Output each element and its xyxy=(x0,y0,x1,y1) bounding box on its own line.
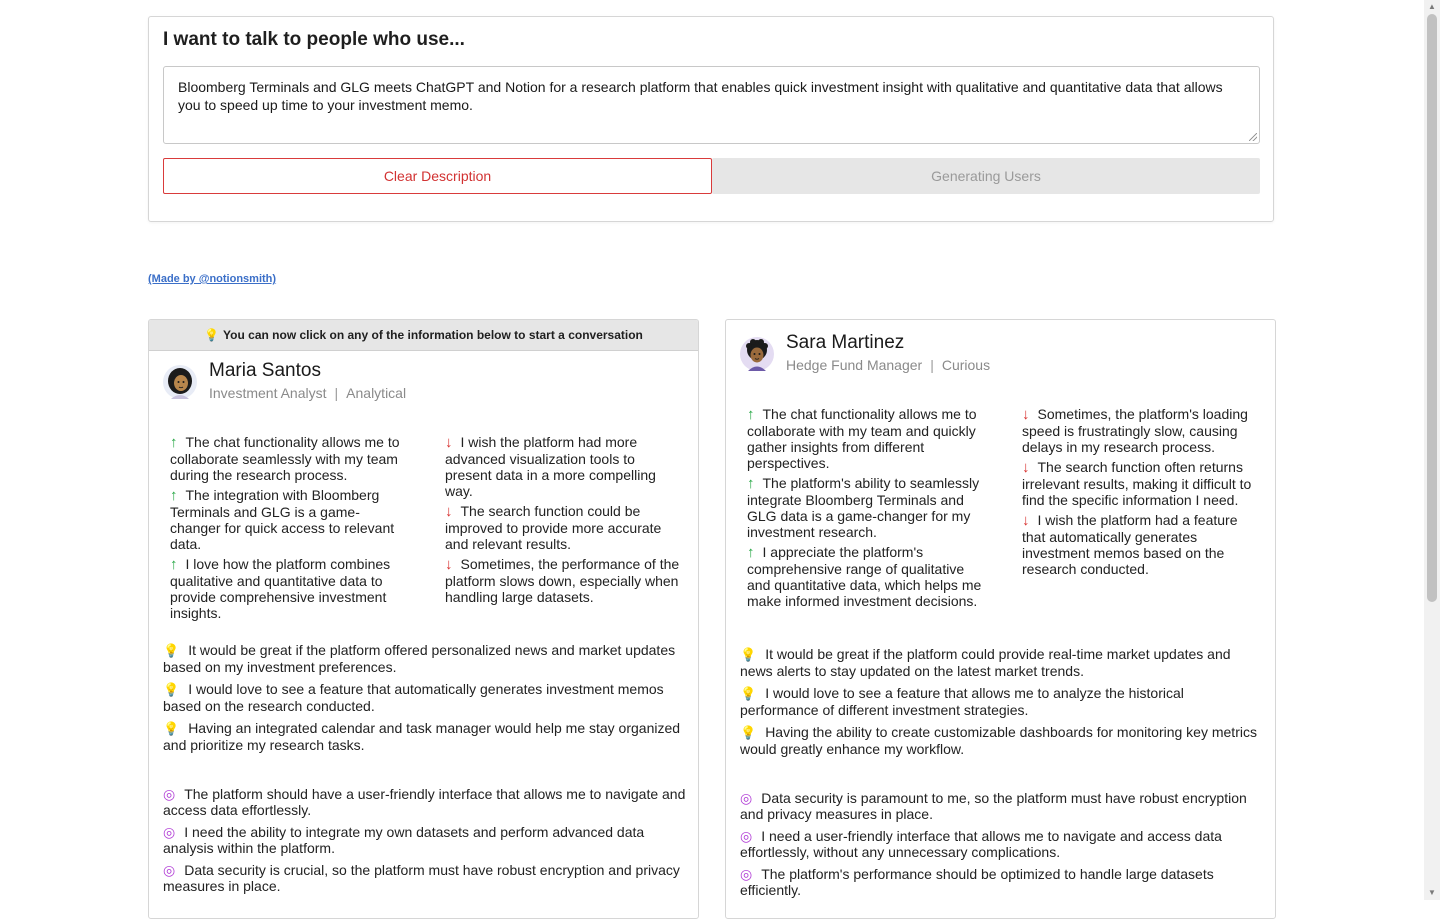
arrow-up-icon: ↑ xyxy=(170,434,178,451)
made-by-link[interactable]: (Made by @notionsmith) xyxy=(148,273,276,285)
lightbulb-icon: 💡 xyxy=(740,686,757,701)
pros-list: ↑ The chat functionality allows me to col… xyxy=(170,434,410,625)
persona-card-maria-santos: 💡 You can now click on any of the inform… xyxy=(148,319,699,919)
idea-item[interactable]: 💡 Having the ability to create customizab… xyxy=(740,724,1265,757)
need-item[interactable]: ◎ The platform should have a user-friendl… xyxy=(163,786,688,818)
arrow-up-icon: ↑ xyxy=(170,556,178,573)
arrow-down-icon: ↓ xyxy=(445,434,453,451)
con-item[interactable]: ↓ I wish the platform had a feature that … xyxy=(1022,512,1262,577)
persona-role[interactable]: Hedge Fund Manager xyxy=(786,357,922,373)
persona-meta: Investment Analyst | Analytical xyxy=(209,385,406,401)
lightbulb-icon: 💡 xyxy=(204,328,220,342)
con-item[interactable]: ↓ Sometimes, the performance of the platf… xyxy=(445,556,685,605)
idea-item[interactable]: 💡 It would be great if the platform offer… xyxy=(163,642,688,675)
pros-list: ↑ The chat functionality allows me to col… xyxy=(747,406,987,613)
needs-list: ◎ Data security is paramount to me, so th… xyxy=(740,790,1265,904)
prompt-card: I want to talk to people who use... Bloo… xyxy=(148,16,1274,222)
arrow-down-icon: ↓ xyxy=(1022,406,1030,423)
page-scrollbar[interactable]: ▲ ▼ xyxy=(1424,0,1440,900)
pro-item[interactable]: ↑ I appreciate the platform's comprehensi… xyxy=(747,544,987,609)
idea-item[interactable]: 💡 Having an integrated calendar and task … xyxy=(163,720,688,753)
lightbulb-icon: 💡 xyxy=(163,682,180,697)
target-icon: ◎ xyxy=(740,790,753,806)
idea-item[interactable]: 💡 I would love to see a feature that auto… xyxy=(163,681,688,714)
scroll-thumb[interactable] xyxy=(1427,14,1437,602)
target-icon: ◎ xyxy=(163,862,176,878)
resize-grip-icon[interactable] xyxy=(1249,133,1257,141)
persona-trait[interactable]: Analytical xyxy=(346,385,406,401)
con-item[interactable]: ↓ I wish the platform had more advanced v… xyxy=(445,434,685,499)
meta-separator: | xyxy=(334,385,339,401)
arrow-up-icon: ↑ xyxy=(747,475,755,492)
lightbulb-icon: 💡 xyxy=(740,647,757,662)
arrow-up-icon: ↑ xyxy=(747,406,755,423)
pro-item[interactable]: ↑ The chat functionality allows me to col… xyxy=(747,406,987,471)
pro-item[interactable]: ↑ I love how the platform combines qualit… xyxy=(170,556,410,621)
avatar xyxy=(740,337,774,371)
arrow-up-icon: ↑ xyxy=(747,544,755,561)
con-item[interactable]: ↓ The search function often returns irrel… xyxy=(1022,459,1262,508)
con-item[interactable]: ↓ Sometimes, the platform's loading speed… xyxy=(1022,406,1262,455)
cons-list: ↓ Sometimes, the platform's loading speed… xyxy=(1022,406,1262,581)
need-item[interactable]: ◎ The platform's performance should be op… xyxy=(740,866,1265,898)
hint-text: You can now click on any of the informat… xyxy=(223,328,643,342)
avatar xyxy=(163,365,197,399)
arrow-down-icon: ↓ xyxy=(1022,459,1030,476)
meta-separator: | xyxy=(930,357,934,373)
description-textarea[interactable]: Bloomberg Terminals and GLG meets ChatGP… xyxy=(163,66,1260,144)
ideas-list: 💡 It would be great if the platform could… xyxy=(740,646,1265,763)
need-item[interactable]: ◎ Data security is crucial, so the platfo… xyxy=(163,862,688,894)
lightbulb-icon: 💡 xyxy=(163,643,180,658)
ideas-list: 💡 It would be great if the platform offer… xyxy=(163,642,688,759)
idea-item[interactable]: 💡 It would be great if the platform could… xyxy=(740,646,1265,679)
target-icon: ◎ xyxy=(163,786,176,802)
need-item[interactable]: ◎ I need a user-friendly interface that a… xyxy=(740,828,1265,860)
generating-users-button: Generating Users xyxy=(712,158,1260,194)
prompt-heading: I want to talk to people who use... xyxy=(163,29,465,50)
persona-name[interactable]: Sara Martinez xyxy=(786,332,904,354)
arrow-down-icon: ↓ xyxy=(445,503,453,520)
target-icon: ◎ xyxy=(163,824,176,840)
arrow-down-icon: ↓ xyxy=(1022,512,1030,529)
idea-item[interactable]: 💡 I would love to see a feature that allo… xyxy=(740,685,1265,718)
pro-item[interactable]: ↑ The integration with Bloomberg Terminal… xyxy=(170,487,410,552)
pro-item[interactable]: ↑ The chat functionality allows me to col… xyxy=(170,434,410,483)
target-icon: ◎ xyxy=(740,866,753,882)
con-item[interactable]: ↓ The search function could be improved t… xyxy=(445,503,685,552)
hint-banner: 💡 You can now click on any of the inform… xyxy=(149,320,698,351)
description-text: Bloomberg Terminals and GLG meets ChatGP… xyxy=(178,79,1223,113)
persona-meta: Hedge Fund Manager | Curious xyxy=(786,357,990,373)
scroll-up-arrow-icon[interactable]: ▲ xyxy=(1424,0,1440,14)
need-item[interactable]: ◎ I need the ability to integrate my own … xyxy=(163,824,688,856)
lightbulb-icon: 💡 xyxy=(163,721,180,736)
persona-role[interactable]: Investment Analyst xyxy=(209,385,327,401)
pro-item[interactable]: ↑ The platform's ability to seamlessly in… xyxy=(747,475,987,540)
persona-trait[interactable]: Curious xyxy=(942,357,990,373)
persona-card-sara-martinez: Sara Martinez Hedge Fund Manager | Curio… xyxy=(725,319,1276,919)
arrow-down-icon: ↓ xyxy=(445,556,453,573)
lightbulb-icon: 💡 xyxy=(740,725,757,740)
clear-description-button[interactable]: Clear Description xyxy=(163,158,712,194)
persona-name[interactable]: Maria Santos xyxy=(209,360,321,382)
scroll-down-arrow-icon[interactable]: ▼ xyxy=(1424,886,1440,900)
arrow-up-icon: ↑ xyxy=(170,487,178,504)
target-icon: ◎ xyxy=(740,828,753,844)
needs-list: ◎ The platform should have a user-friendl… xyxy=(163,786,688,900)
need-item[interactable]: ◎ Data security is paramount to me, so th… xyxy=(740,790,1265,822)
cons-list: ↓ I wish the platform had more advanced v… xyxy=(445,434,685,609)
